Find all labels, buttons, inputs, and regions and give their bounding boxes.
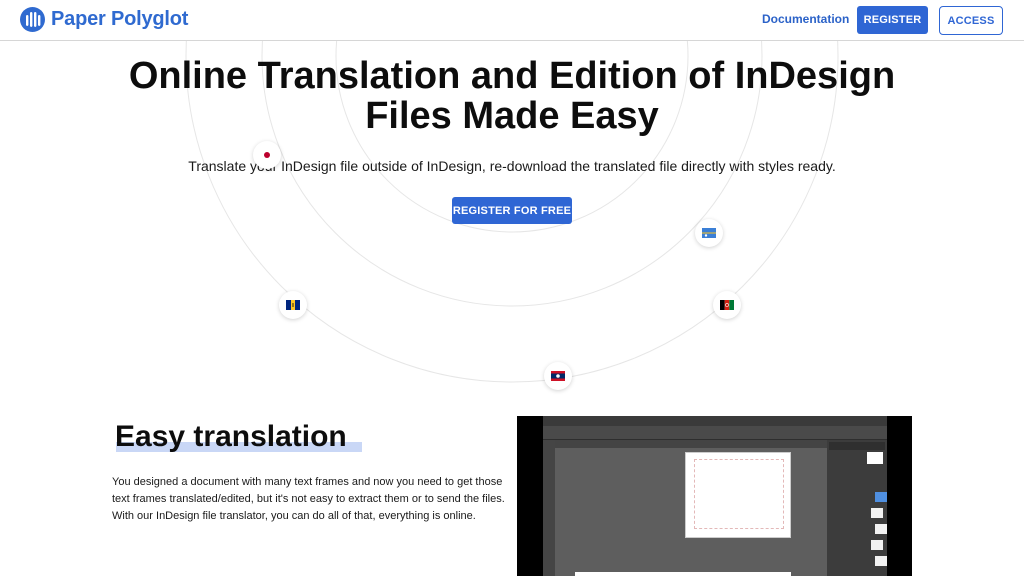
indesign-control-bar <box>543 426 887 440</box>
laos-flag-icon <box>544 362 572 390</box>
brand[interactable]: Paper Polyglot <box>20 7 188 32</box>
top-navbar: Paper Polyglot Documentation REGISTER AC… <box>0 0 1024 41</box>
indesign-pages-panel <box>827 440 887 576</box>
access-button[interactable]: ACCESS <box>939 6 1003 35</box>
indesign-document-tab <box>555 440 827 448</box>
indesign-toolbox <box>543 440 555 576</box>
barbados-flag-icon <box>279 291 307 319</box>
feature-description: You designed a document with many text f… <box>112 476 505 522</box>
indesign-page <box>685 452 791 538</box>
register-free-button[interactable]: REGISTER FOR FREE <box>452 197 572 224</box>
paper-polyglot-logo-icon <box>20 7 45 32</box>
indesign-page-2 <box>575 572 791 576</box>
indesign-window <box>543 416 887 576</box>
japan-flag-icon <box>253 141 281 169</box>
afghanistan-flag-icon <box>713 291 741 319</box>
documentation-link[interactable]: Documentation <box>762 12 849 26</box>
hero-title: Online Translation and Edition of InDesi… <box>128 55 896 137</box>
indesign-canvas <box>555 448 827 576</box>
brand-name: Paper Polyglot <box>51 8 189 30</box>
feature-title: Easy translation <box>115 420 347 453</box>
register-button[interactable]: REGISTER <box>857 6 928 34</box>
hero-subtitle: Translate your InDesign file outside of … <box>188 158 836 174</box>
indesign-app-screenshot <box>517 416 912 576</box>
nauru-flag-icon <box>695 219 723 247</box>
indesign-menubar <box>543 416 887 426</box>
